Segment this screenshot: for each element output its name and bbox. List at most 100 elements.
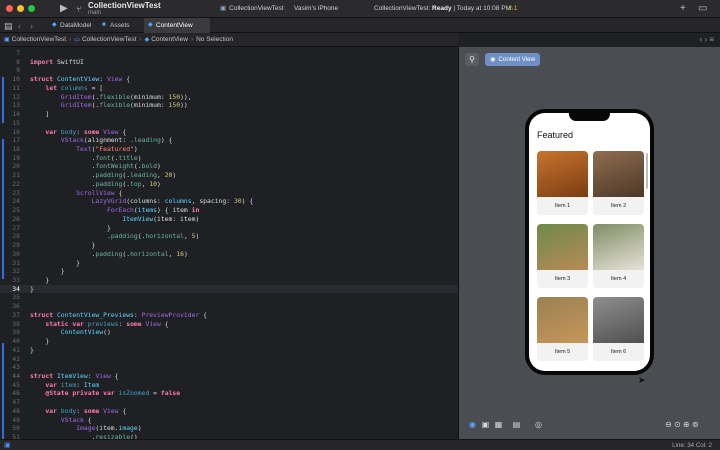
code-line[interactable]: 39 ContentView()	[0, 328, 458, 337]
next-issue-icon[interactable]: ›	[704, 35, 707, 44]
forward-arrow-icon[interactable]: ›	[30, 20, 33, 32]
code-line[interactable]: 31 }	[0, 259, 458, 268]
code-text[interactable]: struct ContentView: View {	[30, 75, 130, 84]
code-text[interactable]: GridItem(.flexible(minimum: 150)),	[30, 93, 192, 102]
code-line[interactable]: 18 Text("Featured")	[0, 145, 458, 154]
grid-item-card[interactable]: Item 4	[593, 224, 644, 288]
code-line[interactable]: 22 .padding(.top, 10)	[0, 180, 458, 189]
code-line[interactable]: 44 struct ItemView: View {	[0, 372, 458, 381]
live-preview-icon[interactable]: ◉	[467, 419, 478, 430]
breadcrumb-project[interactable]: CollectionViewTest	[12, 36, 66, 43]
preview-screen[interactable]: Featured Item 1 Item 2 Item 3 Item 4 Item 5 I…	[529, 113, 650, 371]
code-text[interactable]: ForEach(items) { item in	[30, 206, 199, 215]
breadcrumb-file[interactable]: ContentView	[151, 36, 188, 43]
code-text[interactable]: @State private var isZoomed = false	[30, 389, 180, 398]
code-line[interactable]: 42	[0, 355, 458, 364]
code-text[interactable]: .font(.title)	[30, 154, 142, 163]
code-line[interactable]: 13 GridItem(.flexible(minimum: 150))	[0, 101, 458, 110]
tab-contentview[interactable]: ◆ ContentView	[144, 18, 210, 33]
grid-item-card[interactable]: Item 1	[537, 151, 588, 215]
code-text[interactable]: let columns = [	[30, 84, 103, 93]
code-editor[interactable]: 7 8 import SwiftUI 9 10 struct ContentView: V…	[0, 47, 458, 439]
code-text[interactable]: VStack(alignment: .leading) {	[30, 136, 173, 145]
grid-item-card[interactable]: Item 3	[537, 224, 588, 288]
minimize-window-button[interactable]	[17, 5, 24, 12]
zoom-to-fit-icon[interactable]: ⊙	[674, 420, 681, 429]
code-line[interactable]: 40 }	[0, 337, 458, 346]
scheme-selector[interactable]: ▣ CollectionViewTest	[220, 4, 284, 14]
code-line[interactable]: 33 }	[0, 276, 458, 285]
code-line[interactable]: 48 var body: some View {	[0, 407, 458, 416]
code-line[interactable]: 47	[0, 398, 458, 407]
debug-area-icon[interactable]: ▣	[4, 441, 11, 450]
code-line[interactable]: 49 VStack {	[0, 416, 458, 425]
code-text[interactable]: }	[30, 259, 80, 268]
code-line[interactable]: 27 }	[0, 224, 458, 233]
zoom-in-icon[interactable]: ⊕	[683, 420, 690, 429]
grid-item-card[interactable]: Item 5	[537, 297, 588, 361]
code-text[interactable]: }	[30, 337, 49, 346]
code-line[interactable]: 26 ItemView(item: item)	[0, 215, 458, 224]
code-text[interactable]: static var previews: some View {	[30, 320, 168, 329]
code-line[interactable]: 37 struct ContentView_Previews: PreviewPr…	[0, 311, 458, 320]
breadcrumb-folder[interactable]: CollectionViewTest	[82, 36, 136, 43]
code-line[interactable]: 28 .padding(.horizontal, 5)	[0, 232, 458, 241]
code-text[interactable]: }	[30, 267, 65, 276]
code-line[interactable]: 7	[0, 49, 458, 58]
code-line[interactable]: 9	[0, 66, 458, 75]
code-line[interactable]: 24 LazyVGrid(columns: columns, spacing: …	[0, 197, 458, 206]
code-text[interactable]: Image(item.image)	[30, 424, 141, 433]
code-line[interactable]: 29 }	[0, 241, 458, 250]
grid-item-card[interactable]: Item 6	[593, 297, 644, 361]
code-line[interactable]: 36	[0, 302, 458, 311]
code-text[interactable]: var body: some View {	[30, 407, 126, 416]
code-line[interactable]: 46 @State private var isZoomed = false	[0, 389, 458, 398]
device-selector[interactable]: Vasim's iPhone	[294, 4, 338, 14]
code-text[interactable]: LazyVGrid(columns: columns, spacing: 30)…	[30, 197, 254, 206]
code-text[interactable]: struct ItemView: View {	[30, 372, 119, 381]
zoom-out-icon[interactable]: ⊖	[665, 420, 672, 429]
code-text[interactable]: import SwiftUI	[30, 58, 84, 67]
code-text[interactable]: }	[30, 224, 111, 233]
code-line[interactable]: 14 ]	[0, 110, 458, 119]
branch-icon[interactable]: ⑂	[76, 3, 81, 15]
code-text[interactable]: }	[30, 285, 34, 294]
add-icon[interactable]: +	[680, 3, 686, 15]
code-line[interactable]: 20 .fontWeight(.bold)	[0, 162, 458, 171]
code-line[interactable]: 32 }	[0, 267, 458, 276]
variants-icon[interactable]: ▦	[493, 419, 504, 430]
code-line[interactable]: 45 var item: Item	[0, 381, 458, 390]
pin-icon[interactable]: ⚲	[465, 53, 479, 66]
preview-selector-button[interactable]: ◉ Content View	[485, 53, 541, 66]
code-text[interactable]: struct ContentView_Previews: PreviewProv…	[30, 311, 207, 320]
zoom-window-button[interactable]	[28, 5, 35, 12]
code-line[interactable]: 38 static var previews: some View {	[0, 320, 458, 329]
code-line[interactable]: 35	[0, 293, 458, 302]
code-line[interactable]: 16 var body: some View {	[0, 128, 458, 137]
device-settings-icon[interactable]: ▤	[511, 419, 522, 430]
code-line[interactable]: 25 ForEach(items) { item in	[0, 206, 458, 215]
preview-device-icon[interactable]: ◎	[533, 419, 544, 430]
tab-datamodel[interactable]: ◆ DataModel	[48, 18, 98, 33]
code-text[interactable]: .fontWeight(.bold)	[30, 162, 161, 171]
back-arrow-icon[interactable]: ‹	[18, 20, 21, 32]
breadcrumb-selection[interactable]: No Selection	[196, 36, 233, 43]
code-line[interactable]: 43	[0, 363, 458, 372]
code-line[interactable]: 23 ScrollView {	[0, 189, 458, 198]
previous-issue-icon[interactable]: ‹	[700, 35, 703, 44]
code-text[interactable]: .padding(.horizontal, 5)	[30, 232, 199, 241]
code-text[interactable]: ]	[30, 110, 49, 119]
code-line[interactable]: 10 struct ContentView: View {	[0, 75, 458, 84]
code-text[interactable]: var body: some View {	[30, 128, 126, 137]
code-text[interactable]: ItemView(item: item)	[30, 215, 199, 224]
code-line[interactable]: 19 .font(.title)	[0, 154, 458, 163]
code-line[interactable]: 34}	[0, 284, 458, 294]
code-text[interactable]: var item: Item	[30, 381, 99, 390]
code-text[interactable]: }	[30, 346, 34, 355]
grid-item-card[interactable]: Item 2	[593, 151, 644, 215]
code-text[interactable]: .padding(.top, 10)	[30, 180, 161, 189]
tab-assets[interactable]: ■ Assets	[98, 18, 144, 33]
warning-badge[interactable]: ⚠1	[508, 4, 517, 14]
code-line[interactable]: 17 VStack(alignment: .leading) {	[0, 136, 458, 145]
close-window-button[interactable]	[6, 5, 13, 12]
